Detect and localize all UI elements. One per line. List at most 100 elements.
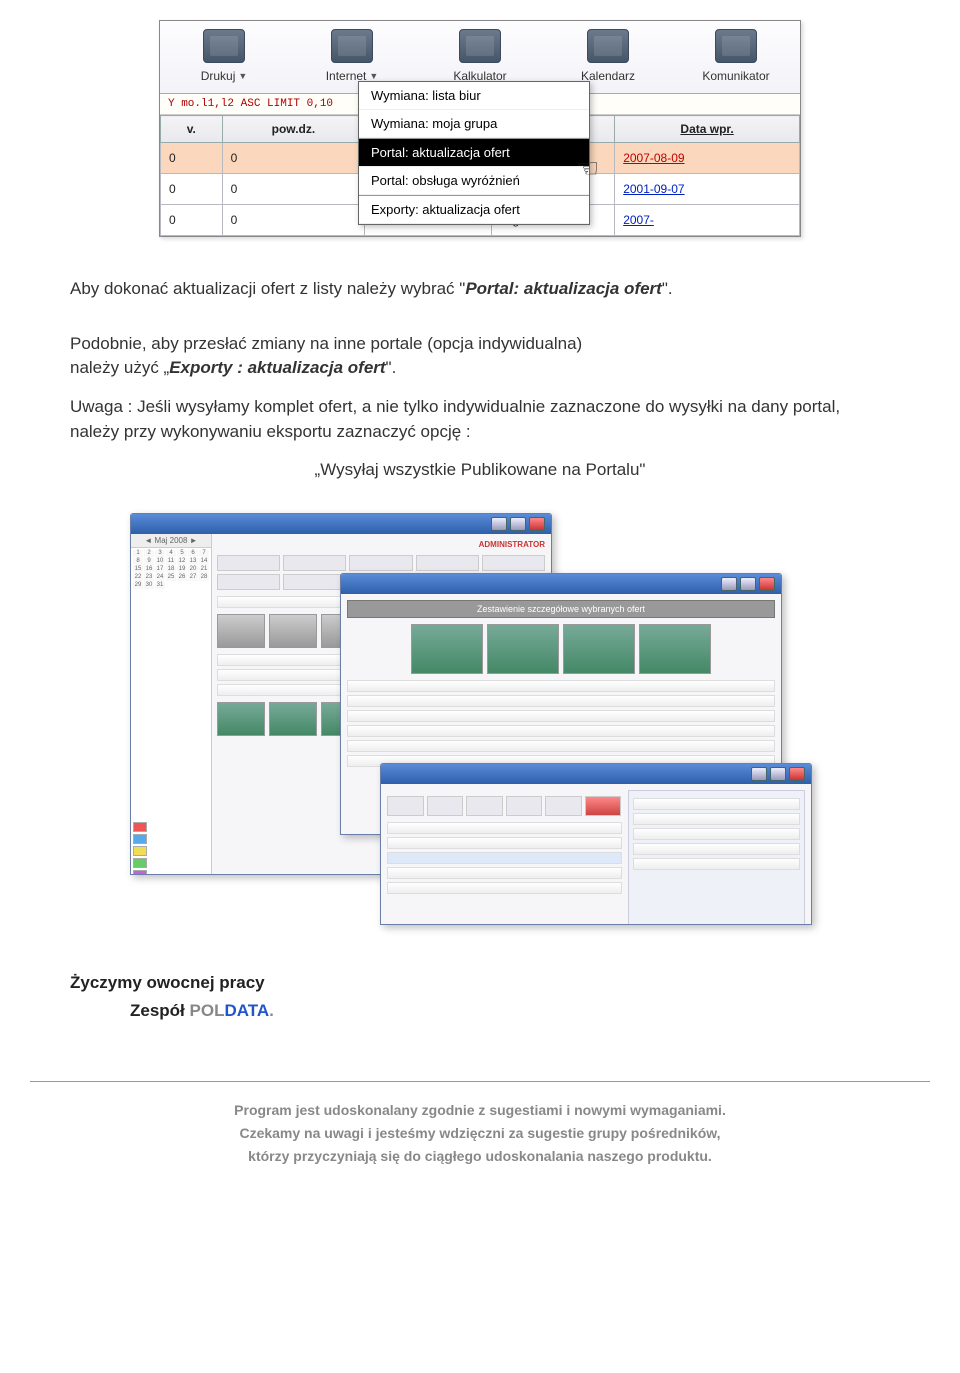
tool-icon[interactable] [545, 796, 582, 816]
calendar-day[interactable]: 29 [133, 582, 143, 589]
paragraph-3: Uwaga : Jeśli wysyłamy komplet ofert, a … [70, 395, 890, 444]
hand-cursor-icon: ☜ [576, 153, 599, 184]
mini-cell [416, 555, 479, 571]
col-v[interactable]: v. [161, 116, 223, 143]
maximize-button[interactable] [510, 517, 526, 531]
calendar-day[interactable]: 23 [144, 574, 154, 581]
close-button[interactable] [789, 767, 805, 781]
calendar-day[interactable]: 1 [133, 550, 143, 557]
minimize-button[interactable] [491, 517, 507, 531]
tool-icon[interactable] [387, 796, 424, 816]
calendar-day[interactable]: 19 [177, 566, 187, 573]
calendar-day[interactable]: 2 [144, 550, 154, 557]
calendar-day[interactable]: 10 [155, 558, 165, 565]
calendar-day[interactable]: 12 [177, 558, 187, 565]
portal-menu-reference: Portal: aktualizacja ofert [465, 279, 662, 298]
screenshot-toolbar-menu: Drukuj▼Internet▼KalkulatorKalendarzKomun… [159, 20, 801, 237]
calendar-day[interactable]: 8 [133, 558, 143, 565]
calendar-month-label: ◄ Maj 2008 ► [131, 534, 211, 548]
minimize-button[interactable] [721, 577, 737, 591]
toolbar-label: Komunikator [702, 69, 769, 83]
calendar-day[interactable]: 4 [166, 550, 176, 557]
maximize-button[interactable] [770, 767, 786, 781]
swatch-icon [133, 822, 147, 832]
window-offer-list [380, 763, 812, 925]
menu-item[interactable]: Portal: obsługa wyróżnień [359, 167, 589, 195]
text: Aby dokonać aktualizacji ofert z listy n… [70, 279, 465, 298]
calendar-day[interactable]: 25 [166, 574, 176, 581]
detail-line [633, 843, 801, 855]
window-buttons [721, 577, 775, 591]
delete-icon[interactable] [585, 796, 622, 816]
tool-icon[interactable] [427, 796, 464, 816]
chevron-down-icon: ▼ [238, 71, 247, 81]
text: Zespół [130, 1001, 190, 1020]
calendar-day[interactable]: 26 [177, 574, 187, 581]
brand-data: DATA [224, 1001, 269, 1020]
mini-cell [283, 574, 346, 590]
calendar-day[interactable]: 28 [199, 574, 209, 581]
calendar-day[interactable]: 16 [144, 566, 154, 573]
cell-v: 0 [161, 174, 223, 205]
swatch-icon [133, 870, 147, 875]
cell-powdz: 0 [222, 174, 365, 205]
calendar-day[interactable]: 20 [188, 566, 198, 573]
footer-line-1: Program jest udoskonalany zgodnie z suge… [30, 1100, 930, 1121]
close-button[interactable] [759, 577, 775, 591]
list-row [387, 837, 622, 849]
calendar-day[interactable]: 15 [133, 566, 143, 573]
window-body [381, 784, 811, 925]
photo-thumb-icon [639, 624, 711, 674]
swatch-icon [133, 834, 147, 844]
detail-line [633, 798, 801, 810]
calendar-day[interactable]: 6 [188, 550, 198, 557]
calendar-day[interactable]: 30 [144, 582, 154, 589]
calendar-day[interactable]: 17 [155, 566, 165, 573]
maximize-button[interactable] [740, 577, 756, 591]
calendar-day[interactable]: 24 [155, 574, 165, 581]
calendar-day[interactable]: 14 [199, 558, 209, 565]
calendar-day[interactable]: 9 [144, 558, 154, 565]
mini-cell [349, 555, 412, 571]
menu-item[interactable]: Wymiana: lista biur [359, 82, 589, 110]
menu-item[interactable]: Portal: aktualizacja ofert [359, 139, 589, 167]
menu-item[interactable]: Exporty: aktualizacja ofert [359, 196, 589, 224]
thumb-icon [217, 614, 265, 648]
calendar-day[interactable]: 22 [133, 574, 143, 581]
category-swatches [133, 822, 147, 875]
calendar-day[interactable]: 31 [155, 582, 165, 589]
detail-line [633, 813, 801, 825]
calendar-day[interactable]: 13 [188, 558, 198, 565]
detail-row [347, 710, 775, 722]
tool-icon[interactable] [466, 796, 503, 816]
close-button[interactable] [529, 517, 545, 531]
cell-date: 2001-09-07 [615, 174, 800, 205]
calendar-day[interactable]: 7 [199, 550, 209, 557]
envelope-icon [715, 29, 757, 63]
window-title [137, 518, 140, 529]
calendar-day[interactable]: 18 [166, 566, 176, 573]
export-menu-reference: Exporty : aktualizacja ofert [169, 358, 385, 377]
minimize-button[interactable] [751, 767, 767, 781]
window-buttons [751, 767, 805, 781]
calendar-day[interactable]: 21 [199, 566, 209, 573]
photo-thumb-icon [487, 624, 559, 674]
window-titlebar [381, 764, 811, 784]
toolbar-icons [387, 796, 622, 816]
photo-thumb-icon [217, 702, 265, 736]
calendar-day[interactable]: 5 [177, 550, 187, 557]
col-Data-wpr[interactable]: Data wpr. [615, 116, 800, 143]
tool-icon[interactable] [506, 796, 543, 816]
col-powdz[interactable]: pow.dz. [222, 116, 365, 143]
window-title [347, 578, 350, 589]
calendar-day[interactable]: 27 [188, 574, 198, 581]
menu-item[interactable]: Wymiana: moja grupa [359, 110, 589, 138]
window-buttons [491, 517, 545, 531]
footer-line-3: którzy przyczyniają się do ciągłego udos… [30, 1146, 930, 1167]
toolbar-komunikator-button[interactable]: Komunikator [672, 21, 800, 93]
toolbar-drukuj-button[interactable]: Drukuj▼ [160, 21, 288, 93]
calendar-day[interactable]: 3 [155, 550, 165, 557]
footer: Program jest udoskonalany zgodnie z suge… [30, 1081, 930, 1167]
calendar-day[interactable]: 11 [166, 558, 176, 565]
mini-cell [217, 574, 280, 590]
